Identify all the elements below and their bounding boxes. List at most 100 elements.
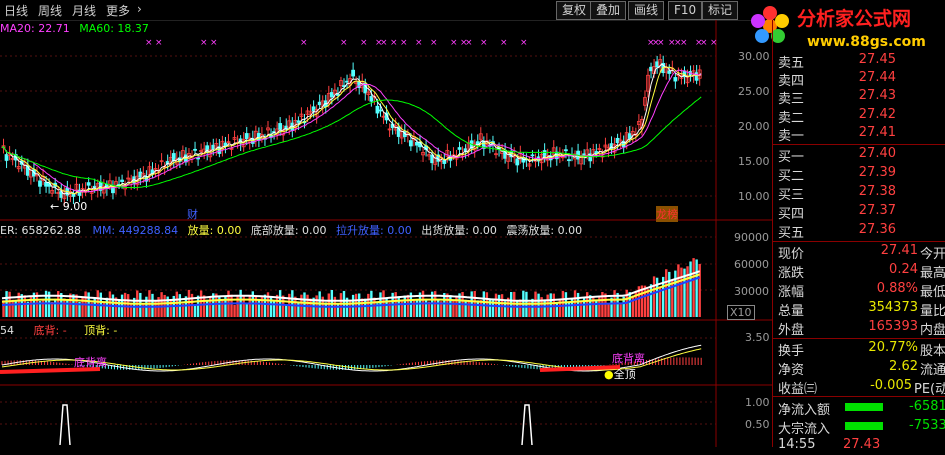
flow-row: 大宗流入 -7533 — [773, 417, 945, 437]
volume-bar — [573, 290, 577, 317]
dibei-value: 底背: - — [33, 324, 67, 337]
volume-bar — [680, 267, 683, 317]
candle-body — [627, 133, 632, 139]
volume-bar — [354, 293, 358, 317]
ask-row-2[interactable]: 卖二 27.42 — [773, 106, 945, 126]
volume-bar — [23, 295, 26, 317]
ask-row-4[interactable]: 卖四 27.44 — [773, 69, 945, 89]
volume-bar — [245, 303, 248, 317]
tab-daily[interactable]: 日线 — [4, 2, 28, 19]
ma10-line — [1, 66, 702, 195]
quote-label2: PE(动) — [914, 382, 945, 397]
candle-body — [351, 69, 356, 77]
candle-body — [196, 157, 200, 160]
signal-x-marker: × — [145, 38, 153, 48]
signal-x-marker: × — [200, 38, 208, 48]
dibeili-label-2: 底背离 — [612, 352, 645, 365]
ask-row-5[interactable]: 卖五 27.45 — [773, 51, 945, 71]
quote-row: 净资 2.62 流通 — [773, 358, 945, 378]
bid-label: 买三 — [778, 188, 805, 203]
bid-price: 27.36 — [858, 222, 896, 237]
more-button[interactable]: 更多 — [106, 2, 130, 19]
signal-x-marker: × — [360, 38, 368, 48]
volume-bar — [555, 302, 558, 317]
macd-param: 54 — [0, 324, 14, 337]
volume-bar — [519, 299, 522, 317]
candle-body — [336, 94, 340, 96]
ask-row-1[interactable]: 卖一 27.41 — [773, 124, 945, 144]
ask-price: 27.41 — [858, 125, 896, 140]
signal-x-marker: × — [210, 38, 218, 48]
signal-x-marker: × — [415, 38, 423, 48]
quote-label2: 今开 — [920, 247, 945, 262]
ask-price: 27.42 — [858, 107, 896, 122]
volume-bar — [482, 291, 486, 317]
bid-row-2[interactable]: 买二 27.39 — [773, 164, 945, 184]
volume-bar — [476, 300, 479, 317]
quote-label2: 股本 — [920, 344, 945, 359]
mark-button[interactable]: 标记 — [702, 1, 739, 20]
longhu-marker[interactable]: 龙榜 — [656, 206, 678, 222]
flow-bar — [845, 403, 883, 411]
finance-marker[interactable]: 财 — [187, 206, 198, 222]
volume-bar — [646, 289, 650, 317]
volume-bar — [549, 293, 552, 317]
bid-label: 买一 — [778, 150, 805, 165]
signal-x-marker: × — [465, 38, 473, 48]
ma20-line — [1, 69, 702, 193]
period-toolbar: 日线 周线 月线 更多 › 复权 叠加 画线 F10 标记 — [0, 0, 770, 21]
signal-tick: 0.50 — [745, 418, 770, 431]
bid-row-5[interactable]: 买五 27.36 — [773, 221, 945, 241]
price-tick: 25.00 — [738, 85, 770, 98]
tick-time: 14:55 — [778, 437, 816, 452]
volume-tick: 60000 — [734, 258, 769, 271]
volume-bar — [449, 295, 452, 317]
quote-label: 总量 — [778, 304, 805, 319]
candle-body — [475, 141, 480, 145]
ask-price: 27.45 — [858, 52, 896, 67]
volume-bar — [108, 291, 112, 317]
tab-weekly[interactable]: 周线 — [38, 2, 62, 19]
candle-body — [655, 61, 660, 68]
signal-x-marker: × — [480, 38, 488, 48]
f10-button[interactable]: F10 — [668, 1, 703, 20]
signal-x-marker: × — [340, 38, 348, 48]
candle-body — [193, 148, 197, 151]
candle-body — [530, 154, 535, 157]
volume-bar — [160, 292, 163, 317]
volume-bar — [668, 271, 671, 317]
fuquan-button[interactable]: 复权 — [556, 1, 593, 20]
candle-body — [171, 153, 176, 161]
draw-line-button[interactable]: 画线 — [628, 1, 665, 20]
volume-bar — [598, 295, 601, 317]
signal-pulse — [59, 404, 71, 446]
volume-bar — [695, 259, 698, 317]
volume-tick: 90000 — [734, 231, 769, 244]
more-arrow-icon[interactable]: › — [137, 2, 142, 16]
volume-bar — [2, 300, 5, 317]
volume-bar — [123, 292, 127, 317]
signal-x-marker: × — [430, 38, 438, 48]
quote-value: 2.62 — [889, 359, 918, 374]
signal-x-marker: × — [300, 38, 308, 48]
candle-body — [244, 133, 249, 140]
bid-row-1[interactable]: 买一 27.40 — [773, 145, 945, 165]
candle-body — [4, 154, 9, 161]
bid-row-3[interactable]: 买三 27.38 — [773, 183, 945, 203]
volume-bar — [579, 300, 583, 317]
overlay-button[interactable]: 叠加 — [590, 1, 627, 20]
ask-row-3[interactable]: 卖三 27.43 — [773, 87, 945, 107]
signal-x-marker: × — [680, 38, 688, 48]
quote-row: 外盘 165393 内盘 — [773, 318, 945, 338]
quote-row: 总量 354373 量比 — [773, 299, 945, 319]
volume-bar — [671, 279, 674, 317]
volume-bar — [424, 298, 428, 317]
tab-monthly[interactable]: 月线 — [72, 2, 96, 19]
quote-label2: 量比 — [920, 304, 945, 319]
signal-x-marker: × — [450, 38, 458, 48]
signal-x-marker: × — [700, 38, 708, 48]
volume-bar — [291, 290, 294, 317]
volume-bar — [14, 300, 17, 317]
volume-bar — [652, 276, 656, 317]
bid-row-4[interactable]: 买四 27.37 — [773, 202, 945, 222]
